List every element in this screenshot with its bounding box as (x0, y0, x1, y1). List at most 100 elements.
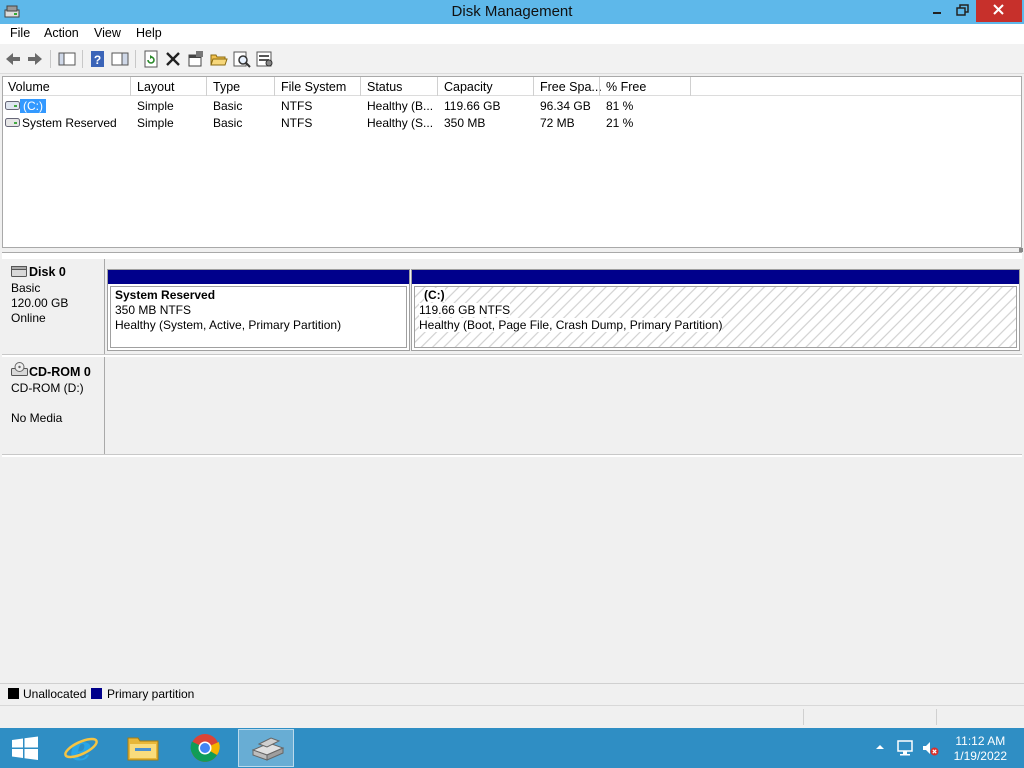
windows-start-icon (12, 736, 38, 760)
search-icon[interactable] (233, 50, 251, 68)
disk-type: Basic (11, 281, 41, 295)
disk-row-cdrom-0: CD-ROM 0 CD-ROM (D:) No Media (2, 357, 1022, 455)
close-button[interactable] (976, 0, 1022, 22)
show-hide-action-pane-icon[interactable] (111, 50, 129, 68)
taskbar-internet-explorer[interactable]: e (54, 729, 110, 768)
properties-icon[interactable] (187, 50, 205, 68)
close-icon (993, 4, 1004, 15)
column-resize-handle[interactable] (206, 77, 207, 96)
back-arrow-icon[interactable] (4, 50, 22, 68)
taskbar-chrome[interactable] (177, 729, 233, 767)
menu-view[interactable]: View (94, 26, 121, 40)
splitter-handle[interactable] (1019, 248, 1023, 252)
column-resize-handle[interactable] (274, 77, 275, 96)
legend: Unallocated Primary partition (0, 683, 1024, 703)
show-hide-console-tree-icon[interactable] (58, 50, 76, 68)
column-header-row: Volume Layout Type File System Status Ca… (3, 77, 1021, 96)
status-pane-divider (936, 709, 937, 725)
column-capacity[interactable]: Capacity (444, 80, 493, 94)
taskbar-disk-management[interactable] (238, 729, 294, 767)
volume-drive-icon (5, 101, 20, 110)
table-row[interactable]: (C:) Simple Basic NTFS Healthy (B... 119… (3, 97, 1021, 114)
column-resize-handle[interactable] (437, 77, 438, 96)
table-row[interactable]: System Reserved Simple Basic NTFS Health… (3, 114, 1021, 131)
column-status[interactable]: Status (367, 80, 402, 94)
partition-size: 350 MB NTFS (115, 303, 192, 317)
column-resize-handle[interactable] (360, 77, 361, 96)
volume-file-system: NTFS (281, 116, 313, 130)
disk-name: Disk 0 (29, 265, 66, 279)
menu-help[interactable]: Help (136, 26, 162, 40)
taskbar: e 11:12 AM 1/19/2022 (0, 728, 1024, 768)
menu-bar: File Action View Help (0, 24, 1024, 44)
volume-name: (C:) (20, 99, 46, 113)
column-layout[interactable]: Layout (137, 80, 175, 94)
column-percent-free[interactable]: % Free (606, 80, 646, 94)
disk-size: 120.00 GB (11, 296, 69, 310)
volume-muted-icon[interactable] (921, 740, 939, 756)
taskbar-file-explorer[interactable] (115, 729, 171, 767)
disk-name: CD-ROM 0 (29, 365, 91, 379)
partition-title: System Reserved (115, 288, 216, 302)
volume-type: Basic (213, 116, 243, 130)
column-free-space[interactable]: Free Spa... (540, 80, 602, 94)
chrome-icon (190, 734, 220, 762)
toolbar-separator (82, 50, 83, 68)
column-resize-handle[interactable] (130, 77, 131, 96)
status-bar (0, 705, 1024, 727)
open-folder-icon[interactable] (210, 50, 228, 68)
disk-label-disk-0[interactable]: Disk 0 Basic 120.00 GB Online (2, 259, 105, 354)
column-resize-handle[interactable] (533, 77, 534, 96)
toolbar-separator (135, 50, 136, 68)
help-icon[interactable]: ? (89, 50, 107, 68)
disk-label-cdrom-0[interactable]: CD-ROM 0 CD-ROM (D:) No Media (2, 357, 105, 454)
volume-type: Basic (213, 99, 243, 113)
legend-label-unallocated: Unallocated (23, 687, 87, 701)
volume-layout: Simple (137, 99, 174, 113)
partition-status: Healthy (Boot, Page File, Crash Dump, Pr… (419, 318, 723, 332)
column-type[interactable]: Type (213, 80, 240, 94)
partition-c-drive[interactable]: (C:) 119.66 GB NTFS Healthy (Boot, Page … (411, 269, 1020, 351)
clock-date: 1/19/2022 (953, 749, 1007, 763)
status-pane-divider (803, 709, 804, 725)
internet-explorer-icon: e (64, 729, 98, 768)
toolbar: ? (0, 44, 1024, 74)
volume-list: Volume Layout Type File System Status Ca… (2, 76, 1022, 248)
svg-text:?: ? (94, 53, 101, 67)
forward-arrow-icon[interactable] (26, 50, 44, 68)
network-icon[interactable] (897, 740, 915, 756)
column-resize-handle[interactable] (599, 77, 600, 96)
delete-icon[interactable] (164, 50, 182, 68)
clock-time: 11:12 AM (955, 734, 1006, 748)
volume-layout: Simple (137, 116, 174, 130)
restore-icon (956, 4, 969, 16)
menu-action[interactable]: Action (44, 26, 79, 40)
restore-button[interactable] (948, 0, 978, 22)
column-resize-handle[interactable] (690, 77, 691, 96)
title-bar: Disk Management (0, 0, 1024, 24)
disk-management-icon (251, 737, 285, 761)
cd-drive-icon (11, 362, 28, 376)
partition-status: Healthy (System, Active, Primary Partiti… (115, 318, 342, 332)
settings-icon[interactable] (256, 50, 274, 68)
volume-percent-free: 81 % (606, 99, 634, 113)
partition-system-reserved[interactable]: System Reserved 350 MB NTFS Healthy (Sys… (107, 269, 410, 351)
volume-capacity: 119.66 GB (444, 99, 501, 113)
column-volume[interactable]: Volume (8, 80, 50, 94)
refresh-icon[interactable] (142, 50, 160, 68)
legend-swatch-primary (91, 688, 102, 699)
volume-percent-free: 21 % (606, 116, 634, 130)
start-button[interactable] (0, 729, 50, 767)
toolbar-separator (50, 50, 51, 68)
volume-drive-icon (5, 118, 20, 127)
empty-disk-area (2, 457, 1022, 683)
volume-free-space: 72 MB (540, 116, 575, 130)
show-hidden-icons-arrow-icon[interactable] (875, 742, 885, 752)
partition-type-bar (108, 270, 409, 284)
volume-name: System Reserved (22, 116, 117, 130)
column-file-system[interactable]: File System (281, 80, 346, 94)
menu-file[interactable]: File (10, 26, 30, 40)
system-clock[interactable]: 11:12 AM 1/19/2022 (954, 734, 1007, 764)
legend-swatch-unallocated (8, 688, 19, 699)
volume-capacity: 350 MB (444, 116, 486, 130)
